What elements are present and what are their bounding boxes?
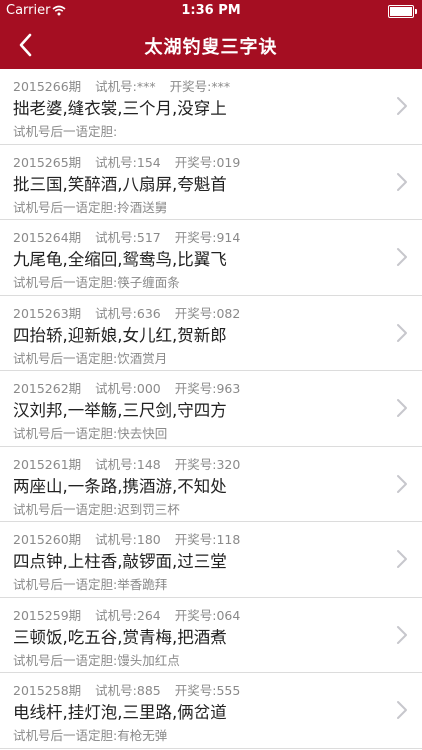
verse-text: 批三国,笑醉酒,八扇屏,夸魁首 [13,174,227,194]
hint-text: 试机号后一语定胆:饮酒赏月 [13,350,168,366]
battery-icon [388,5,417,18]
hint-text: 试机号后一语定胆: [13,124,118,139]
item-meta: 2015264期 试机号:517 开奖号:914 [13,227,254,246]
nav-bar: 太湖钓叟三字诀 [0,22,422,69]
chevron-right-icon [397,474,407,493]
verse-text: 九尾龟,全缩回,鸳鸯鸟,比翼飞 [13,250,227,269]
trial-number: 试机号:636 [95,305,161,321]
hint-text: 试机号后一语定胆:拎酒送舅 [13,199,168,215]
period-label: 2015258期 [13,683,82,698]
chevron-right-icon [397,399,407,417]
item-meta: 2015263期 试机号:636 开奖号:082 [13,303,254,322]
clock: 1:36 PM [181,3,241,18]
period-label: 2015260期 [13,532,82,547]
period-label: 2015264期 [13,230,82,245]
trial-number: 试机号:264 [95,607,161,623]
page-title: 太湖钓叟三字诀 [144,37,278,58]
period-label: 2015259期 [13,607,82,623]
draw-number: 开奖号:064 [174,607,241,623]
trial-number: 试机号:000 [95,381,161,396]
chevron-right-icon [397,248,407,266]
hint-text: 试机号后一语定胆:筷子缠面条 [13,275,180,290]
verse-text: 汉刘邦,一举觞,三尺剑,守四方 [13,401,227,420]
verse-text: 电线杆,挂灯泡,三里路,俩岔道 [13,703,227,722]
period-label: 2015265期 [13,154,82,170]
hint-text: 试机号后一语定胆:有枪无弹 [13,728,168,743]
list-item[interactable]: 2015258期 试机号:885 开奖号:555 电线杆,挂灯泡,三里路,俩岔道试机号… [0,673,422,749]
list-item[interactable]: 2015261期 试机号:148 开奖号:320 两座山,一条路,携酒游,不知处试机号… [0,446,422,522]
list-item[interactable]: 2015264期 试机号:517 开奖号:914 九尾龟,全缩回,鸳鸯鸟,比翼飞试机号… [0,220,422,296]
list-item[interactable]: 2015259期 试机号:264 开奖号:064 三顿饭,吃五谷,赏青梅,把酒煮试机号… [0,597,422,673]
item-meta: 2015259期 试机号:264 开奖号:064 [13,605,254,624]
item-meta: 2015262期 试机号:000 开奖号:963 [13,378,254,397]
verse-text: 四点钟,上柱香,敲锣面,过三堂 [13,552,227,571]
chevron-right-icon [397,625,407,644]
chevron-right-icon [397,701,407,719]
list-item[interactable]: 2015265期 试机号:154 开奖号:019 批三国,笑醉酒,八扇屏,夸魁首试机号… [0,144,422,220]
list-item[interactable]: 2015266期 试机号:*** 开奖号:*** 拙老婆,缝衣裳,三个月,没穿上试机号… [0,69,422,145]
trial-number: 试机号:517 [95,230,161,245]
trial-number: 试机号:*** [95,79,156,94]
item-meta: 2015261期 试机号:148 开奖号:320 [13,454,254,473]
list-item[interactable]: 2015262期 试机号:000 开奖号:963 汉刘邦,一举觞,三尺剑,守四方试机号… [0,371,422,447]
trial-number: 试机号:180 [95,532,161,547]
draw-number: 开奖号:118 [174,532,241,547]
status-bar: Carrier 1:36 PM [0,0,422,22]
header: Carrier 1:36 PM 太湖钓叟三字诀 [0,0,422,69]
list-item[interactable]: 2015260期 试机号:180 开奖号:118 四点钟,上柱香,敲锣面,过三堂试机号… [0,522,422,598]
period-label: 2015263期 [13,305,82,321]
draw-number: 开奖号:082 [174,305,241,321]
period-label: 2015262期 [13,381,82,396]
item-meta: 2015260期 试机号:180 开奖号:118 [13,529,254,548]
trial-number: 试机号:154 [95,154,161,170]
hint-text: 试机号后一语定胆:快去快回 [13,426,168,441]
result-list: 2015266期 试机号:*** 开奖号:*** 拙老婆,缝衣裳,三个月,没穿上 试机号… [0,69,422,749]
item-meta: 2015258期 试机号:885 开奖号:555 [13,680,254,699]
period-label: 2015261期 [13,456,82,472]
trial-number: 试机号:885 [95,683,161,698]
hint-text: 试机号后一语定胆:馒头加红点 [13,652,180,668]
verse-text: 两座山,一条路,携酒游,不知处 [13,476,227,496]
chevron-right-icon [397,97,407,115]
draw-number: 开奖号:963 [174,381,241,396]
verse-text: 拙老婆,缝衣裳,三个月,没穿上 [13,99,227,118]
hint-text: 试机号后一语定胆:迟到罚三杯 [13,501,180,517]
draw-number: 开奖号:555 [174,683,241,698]
hint-text: 试机号后一语定胆:举香跪拜 [13,577,168,592]
verse-text: 三顿饭,吃五谷,赏青梅,把酒煮 [13,627,227,647]
draw-number: 开奖号:914 [174,230,241,245]
chevron-right-icon [397,550,407,568]
verse-text: 四抬轿,迎新娘,女儿红,贺新郎 [13,325,227,345]
draw-number: 开奖号:019 [174,154,241,170]
item-meta: 2015265期 试机号:154 开奖号:019 [13,152,254,171]
draw-number: 开奖号:*** [169,79,231,94]
period-label: 2015266期 [13,79,82,94]
item-meta: 2015266期 试机号:*** 开奖号:*** [13,76,244,95]
list-item[interactable]: 2015263期 试机号:636 开奖号:082 四抬轿,迎新娘,女儿红,贺新郎试机号… [0,295,422,371]
chevron-right-icon [397,172,407,191]
chevron-right-icon [397,323,407,342]
trial-number: 试机号:148 [95,456,161,472]
draw-number: 开奖号:320 [174,456,241,472]
